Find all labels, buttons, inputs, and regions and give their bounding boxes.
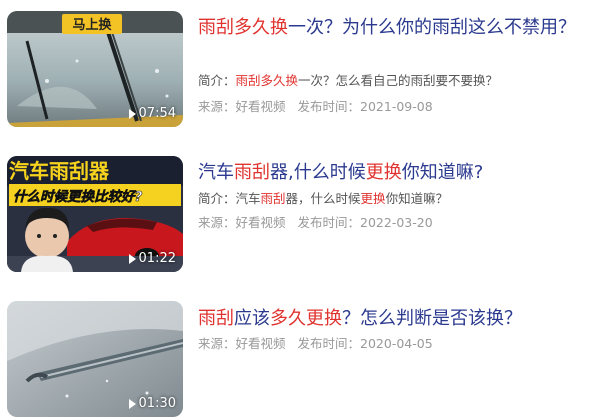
text-segment: 你知道嘛? (401, 162, 484, 183)
video-source: 来源：好看视频 (198, 215, 286, 230)
video-title-link[interactable]: 雨刮多久换一次？为什么你的雨刮这么不禁用？ (198, 14, 593, 41)
text-segment: 简介： (198, 73, 236, 88)
thumb-subtitle-text: 什么时候更换比较好? (13, 189, 142, 205)
video-title-link[interactable]: 汽车雨刮器,什么时候更换你知道嘛? (198, 159, 593, 186)
highlighted-keyword: 雨刮 (260, 191, 286, 206)
thumb-title-text: 汽车雨刮器 (9, 159, 110, 183)
highlighted-keyword: 雨刮多久换 (198, 17, 288, 38)
video-publish-date: 发布时间：2021-09-08 (297, 99, 433, 114)
duration-text: 01:22 (138, 251, 176, 266)
text-segment: 一次？怎么看自己的雨刮要不要换？ (298, 73, 499, 88)
play-icon (128, 254, 136, 264)
highlighted-keyword: 雨刮 (234, 162, 270, 183)
play-icon (128, 399, 136, 409)
text-segment: ？怎么判断是否该换？ (342, 308, 522, 329)
duration-text: 07:54 (138, 106, 176, 121)
video-thumbnail[interactable]: 01:30 (7, 301, 183, 417)
video-source: 来源：好看视频 (198, 99, 286, 114)
video-description: 简介：汽车雨刮器，什么时候更换你知道嘛？ (198, 190, 593, 208)
video-description: 简介：雨刮多久换一次？怎么看自己的雨刮要不要换？ (198, 72, 593, 90)
highlighted-keyword: 雨刮 (198, 308, 234, 329)
video-meta: 来源：好看视频 发布时间：2022-03-20 (198, 214, 433, 232)
duration-text: 01:30 (138, 396, 176, 411)
thumb-badge-text: 马上换 (72, 17, 112, 33)
text-segment: 你知道嘛？ (385, 191, 449, 206)
highlighted-keyword: 多久更换 (270, 308, 342, 329)
text-segment: 简介：汽车 (198, 191, 261, 206)
video-source: 来源：好看视频 (198, 336, 286, 351)
highlighted-keyword: 更换 (360, 191, 386, 206)
video-duration: 01:22 (128, 251, 176, 267)
video-result-list: 马上换 07:54 雨刮多久换一次？为什么你的雨刮这么不禁用？ 简介：雨刮多久换… (0, 0, 599, 420)
video-thumbnail[interactable]: 汽车雨刮器 什么时候更换比较好? 01:22 (7, 156, 183, 272)
text-segment: 汽车 (198, 162, 234, 183)
highlighted-keyword: 更换 (365, 162, 402, 183)
video-title-link[interactable]: 雨刮应该多久更换？怎么判断是否该换？ (198, 305, 593, 332)
text-segment: 器,什么时候 (270, 162, 366, 183)
video-publish-date: 发布时间：2022-03-20 (297, 215, 433, 230)
text-segment: 应该 (234, 308, 270, 329)
video-thumbnail[interactable]: 马上换 07:54 (7, 11, 183, 127)
text-segment: 器，什么时候 (285, 191, 361, 206)
text-segment: 一次？为什么你的雨刮这么不禁用？ (288, 17, 576, 38)
video-duration: 01:30 (128, 396, 176, 412)
play-icon (128, 109, 136, 119)
video-publish-date: 发布时间：2020-04-05 (297, 336, 433, 351)
highlighted-keyword: 雨刮多久换 (235, 73, 299, 88)
video-meta: 来源：好看视频 发布时间：2021-09-08 (198, 98, 433, 116)
video-meta: 来源：好看视频 发布时间：2020-04-05 (198, 335, 433, 353)
video-duration: 07:54 (128, 106, 176, 122)
